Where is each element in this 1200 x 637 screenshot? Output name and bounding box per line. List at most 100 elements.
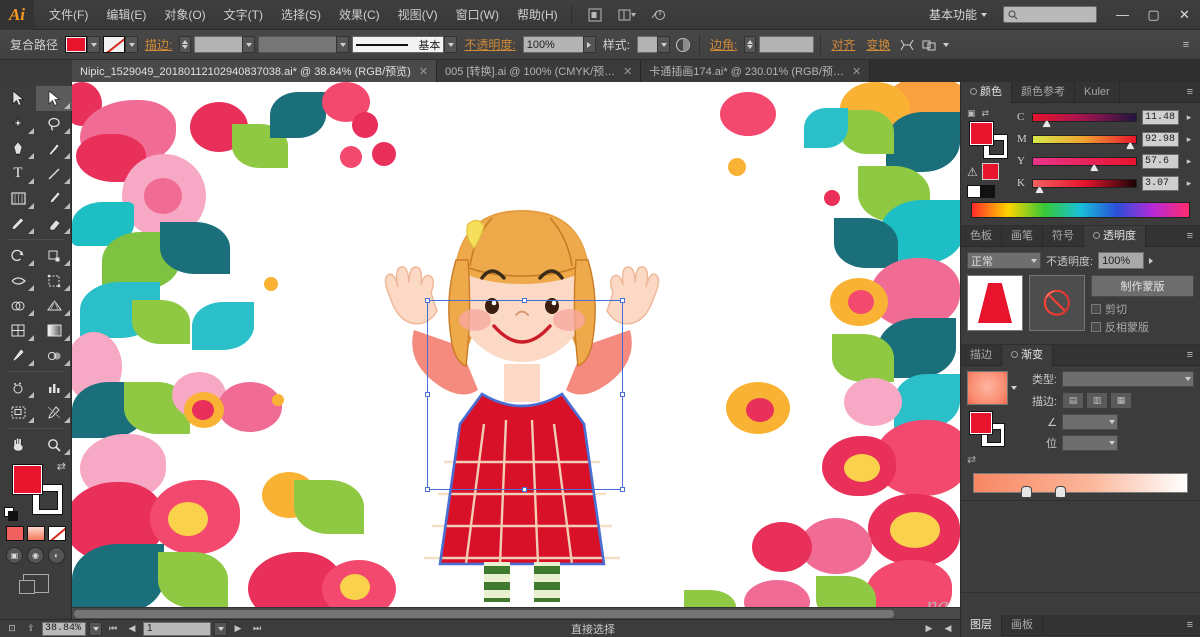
blend-tool[interactable] xyxy=(36,343,72,368)
gradient-type-select[interactable] xyxy=(1062,371,1194,387)
close-icon[interactable]: ✕ xyxy=(852,65,861,78)
tab-layers[interactable]: 图层 xyxy=(961,614,1002,636)
arrange-documents-icon[interactable] xyxy=(614,4,640,26)
stroke-weight-dropdown[interactable] xyxy=(242,36,256,53)
slider-k-value[interactable]: 3.07 xyxy=(1142,175,1179,191)
out-of-gamut-icon[interactable]: ⚠ xyxy=(967,165,978,179)
slider-c-track[interactable] xyxy=(1032,112,1137,128)
export-icon[interactable]: ⇪ xyxy=(23,622,39,636)
slider-c-knob[interactable] xyxy=(1042,119,1052,128)
gradient-preview-swatch[interactable] xyxy=(967,371,1008,405)
lasso-tool[interactable] xyxy=(36,111,72,136)
selection-handle[interactable] xyxy=(522,298,527,303)
invert-mask-checkbox[interactable]: 反相蒙版 xyxy=(1091,319,1194,335)
blend-mode-select[interactable]: 正常 xyxy=(967,252,1041,269)
recolor-artwork-icon[interactable] xyxy=(673,35,693,55)
transparency-panel-menu[interactable]: ≡ xyxy=(1180,226,1200,247)
slider-k-arrow-icon[interactable]: ▸ xyxy=(1184,178,1194,189)
control-panel-menu[interactable]: ≡ xyxy=(1178,37,1194,53)
brush-profile-box[interactable]: 基本 xyxy=(352,36,445,53)
menu-view[interactable]: 视图(V) xyxy=(389,1,447,28)
free-transform-tool[interactable] xyxy=(36,268,72,293)
white-swatch[interactable] xyxy=(967,185,981,198)
arrange-dropdown-icon[interactable] xyxy=(943,42,950,47)
variable-width-control[interactable] xyxy=(258,36,350,53)
fill-dropdown-button[interactable] xyxy=(87,36,101,53)
clip-checkbox[interactable]: 剪切 xyxy=(1091,301,1194,317)
prev-page-button[interactable]: ◀ xyxy=(124,622,140,636)
selection-bounding-box[interactable] xyxy=(425,298,625,492)
variable-width-dropdown[interactable] xyxy=(336,36,350,53)
tab-gradient[interactable]: 渐变 xyxy=(1002,344,1053,366)
artboard[interactable]: ng. xyxy=(72,82,960,622)
page-dropdown-button[interactable] xyxy=(214,621,227,636)
color-spectrum-ramp[interactable] xyxy=(971,202,1190,218)
tab-kuler[interactable]: Kuler xyxy=(1075,81,1120,103)
stroke-gradient-along-button[interactable]: ▥ xyxy=(1086,392,1108,409)
gradient-fill-swatch[interactable] xyxy=(969,411,993,435)
style-swatch[interactable] xyxy=(637,36,658,53)
stroke-weight-field[interactable] xyxy=(194,36,243,53)
isolate-selected-icon[interactable] xyxy=(897,35,917,55)
color-fill-swatch[interactable] xyxy=(969,121,994,146)
make-mask-button[interactable]: 制作蒙版 xyxy=(1091,275,1194,297)
slider-c-value[interactable]: 11.48 xyxy=(1142,109,1179,125)
slider-k[interactable]: K 3.07 ▸ xyxy=(1017,174,1194,194)
style-dropdown[interactable] xyxy=(657,36,671,53)
color-panel-menu[interactable]: ≡ xyxy=(1180,82,1200,103)
stroke-dropdown-button[interactable] xyxy=(125,36,139,53)
stock-icon[interactable] xyxy=(646,4,672,26)
close-button[interactable]: ✕ xyxy=(1169,0,1200,30)
column-graph-tool[interactable] xyxy=(36,375,72,400)
corner-field[interactable] xyxy=(759,36,815,53)
slider-k-track[interactable] xyxy=(1032,178,1137,194)
type-tool[interactable]: T xyxy=(0,161,36,186)
close-icon[interactable]: ✕ xyxy=(419,65,428,78)
stroke-gradient-within-button[interactable]: ▤ xyxy=(1062,392,1084,409)
last-page-button[interactable]: ⏭ xyxy=(249,622,265,636)
menu-object[interactable]: 对象(O) xyxy=(155,1,214,28)
canvas-area[interactable]: ng. xyxy=(72,82,960,622)
opacity-field[interactable]: 100% xyxy=(522,36,583,53)
menu-window[interactable]: 窗口(W) xyxy=(447,1,508,28)
menu-type[interactable]: 文字(T) xyxy=(215,1,272,28)
close-icon[interactable]: ✕ xyxy=(623,65,632,78)
stroke-weight-control[interactable] xyxy=(194,36,256,53)
tab-artboards[interactable]: 画板 xyxy=(1002,614,1043,636)
corner-stepper[interactable] xyxy=(744,36,757,53)
maximize-button[interactable]: ▢ xyxy=(1138,0,1169,30)
gradient-location-field[interactable] xyxy=(1062,435,1118,451)
direct-selection-tool[interactable] xyxy=(36,86,72,111)
reverse-gradient-icon[interactable]: ⇄ xyxy=(967,453,1017,466)
full-screen-mode-button[interactable]: ◐ xyxy=(48,547,65,564)
black-swatch[interactable] xyxy=(981,185,995,198)
gradient-panel-menu[interactable]: ≡ xyxy=(1180,345,1200,366)
page-number-field[interactable]: 1 xyxy=(143,621,211,636)
tab-symbols[interactable]: 符号 xyxy=(1043,225,1084,247)
stroke-label[interactable]: 描边: xyxy=(141,36,176,53)
magic-wand-tool[interactable] xyxy=(0,111,36,136)
websafe-color-swatch[interactable] xyxy=(981,163,999,180)
artboard-tool[interactable] xyxy=(0,400,36,425)
status-back-button[interactable]: ◀ xyxy=(940,622,956,636)
default-fill-stroke-icon[interactable] xyxy=(4,507,18,521)
none-fill-button[interactable] xyxy=(47,526,66,541)
curvature-tool[interactable] xyxy=(36,136,72,161)
tab-color[interactable]: 颜色 xyxy=(961,81,1012,103)
next-page-button[interactable]: ▶ xyxy=(230,622,246,636)
gradient-tool[interactable] xyxy=(36,318,72,343)
brush-dropdown-button[interactable] xyxy=(444,36,458,53)
selection-handle[interactable] xyxy=(425,487,430,492)
minimize-button[interactable]: — xyxy=(1107,0,1138,30)
selection-handle[interactable] xyxy=(425,298,430,303)
perspective-grid-tool[interactable] xyxy=(36,293,72,318)
slider-m-knob[interactable] xyxy=(1125,141,1135,150)
full-screen-menubar-button[interactable]: ◉ xyxy=(27,547,44,564)
change-screen-mode-icon[interactable] xyxy=(18,574,49,594)
gradient-stop[interactable] xyxy=(1054,486,1066,498)
scale-tool[interactable] xyxy=(36,243,72,268)
gradient-stop[interactable] xyxy=(1020,486,1032,498)
brush-definition-control[interactable]: 基本 xyxy=(352,36,458,53)
slider-y-track[interactable] xyxy=(1032,156,1137,172)
fit-artboard-icon[interactable]: ⊡ xyxy=(4,622,20,636)
